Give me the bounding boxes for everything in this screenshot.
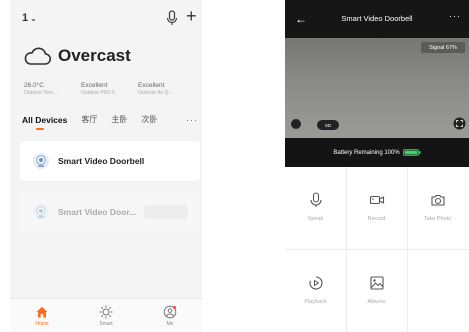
microphone-icon[interactable] xyxy=(165,10,179,26)
device-card[interactable]: Smart Video Doorbell xyxy=(20,141,200,181)
stat-label: Outdoor Tem... xyxy=(24,90,57,96)
nav-label: Me xyxy=(166,320,174,327)
control-label: Playback xyxy=(304,299,327,305)
weather-stats: 26.0°C Outdoor Tem... Excellent Outdoor … xyxy=(24,82,194,96)
bottom-nav: Home Smart Me xyxy=(10,298,202,332)
room-tabs: All Devices 客厅 主卧 次卧 ··· xyxy=(22,114,200,130)
stat-value: Excellent xyxy=(81,82,108,89)
take-photo-button[interactable]: Take Photo xyxy=(407,167,468,247)
doorbell-icon xyxy=(33,204,49,220)
doorbell-screen: ← Smart Video Doorbell ··· Signal 67% SD… xyxy=(285,0,469,332)
tab-living-room[interactable]: 客厅 xyxy=(81,114,97,125)
speak-button[interactable]: Speak xyxy=(285,167,346,247)
add-device-icon[interactable]: + xyxy=(186,6,197,26)
nav-me[interactable]: Me xyxy=(145,299,195,332)
record-button[interactable]: Record xyxy=(346,167,407,247)
control-label: Albums xyxy=(367,299,386,305)
offline-badge xyxy=(144,205,188,219)
video-camera-icon xyxy=(369,195,384,205)
stat-pm25: Excellent Outdoor PM2.5 xyxy=(81,82,137,96)
camera-icon xyxy=(430,194,445,206)
signal-indicator: Signal 67% xyxy=(421,42,465,53)
image-icon xyxy=(369,276,384,290)
tab-all-devices[interactable]: All Devices xyxy=(22,115,67,130)
tab-second-bedroom[interactable]: 次卧 xyxy=(141,114,157,125)
home-name: 1 xyxy=(22,12,29,24)
device-name: Smart Video Door... xyxy=(58,207,137,217)
stat-value: Excellent xyxy=(138,82,165,89)
stat-label: Outdoor PM2.5 xyxy=(81,90,115,96)
playback-icon xyxy=(308,276,322,290)
fullscreen-icon[interactable] xyxy=(453,117,466,130)
battery-text: Battery Remaining 100% xyxy=(333,149,400,156)
page-title: Smart Video Doorbell xyxy=(341,14,413,23)
stat-temperature: 26.0°C Outdoor Tem... xyxy=(24,82,80,96)
chevron-down-icon: ⌄ xyxy=(30,13,37,23)
control-label: Speak xyxy=(307,216,324,222)
stat-air-quality: Excellent Outdoor Air Q... xyxy=(138,82,194,96)
doorbell-header: ← Smart Video Doorbell ··· xyxy=(285,0,469,38)
home-screen: 1 ⌄ + Overcast 26.0°C Outdoor Tem... Exc… xyxy=(10,0,202,332)
nav-home[interactable]: Home xyxy=(17,299,67,332)
device-name: Smart Video Doorbell xyxy=(58,156,145,166)
weather-condition: Overcast xyxy=(58,46,131,65)
control-label: Record xyxy=(367,216,386,222)
battery-icon xyxy=(402,149,421,156)
top-bar: 1 ⌄ + xyxy=(10,0,202,36)
control-label: Take Photo xyxy=(423,216,452,222)
battery-status: Battery Remaining 100% xyxy=(285,138,469,167)
person-icon xyxy=(163,305,177,318)
sd-quality-button[interactable]: SD xyxy=(317,120,339,130)
nav-label: Home xyxy=(35,320,49,327)
more-options-icon[interactable]: ··· xyxy=(449,11,461,21)
stat-value: 26.0°C xyxy=(24,82,44,89)
doorbell-icon xyxy=(33,153,49,169)
sun-icon xyxy=(99,304,113,319)
live-video-feed[interactable]: Signal 67% SD xyxy=(285,38,469,138)
nav-label: Smart xyxy=(99,320,113,327)
device-card-offline[interactable]: Smart Video Door... xyxy=(20,192,200,232)
microphone-icon xyxy=(309,192,322,207)
albums-button[interactable]: Albums xyxy=(346,250,407,330)
home-icon xyxy=(36,306,48,317)
weather-summary: Overcast xyxy=(22,46,131,66)
cloud-icon xyxy=(24,47,52,65)
stat-label: Outdoor Air Q... xyxy=(138,90,173,96)
home-selector[interactable]: 1 ⌄ xyxy=(22,12,37,24)
controls-grid: Speak Record Take Photo Playback Albums xyxy=(285,167,469,332)
tab-master-bedroom[interactable]: 主卧 xyxy=(111,114,127,125)
more-tabs-icon[interactable]: ··· xyxy=(186,115,198,125)
mute-icon[interactable] xyxy=(291,119,301,129)
nav-smart[interactable]: Smart xyxy=(81,299,131,332)
playback-button[interactable]: Playback xyxy=(285,250,346,330)
